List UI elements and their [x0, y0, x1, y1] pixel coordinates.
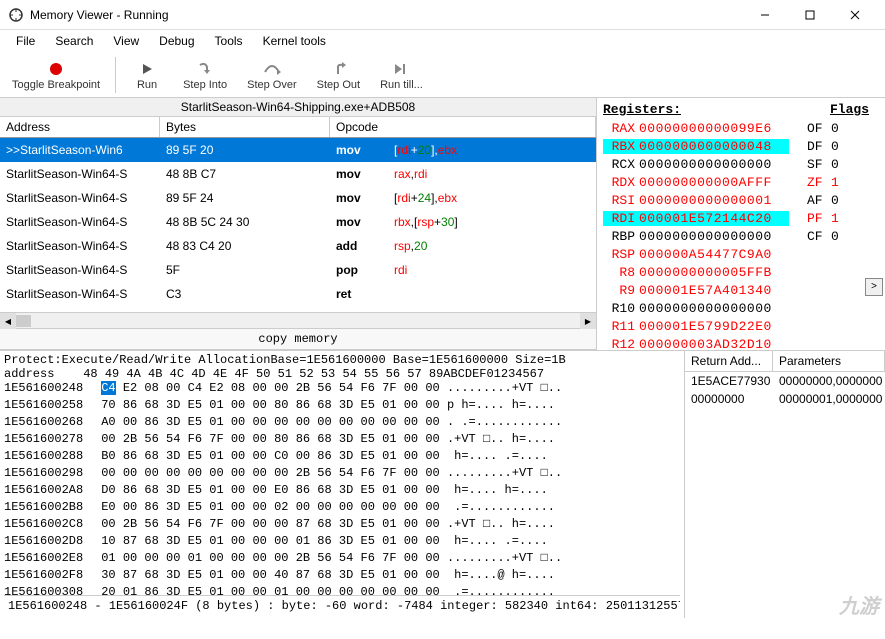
maximize-button[interactable]	[787, 1, 832, 29]
hex-row[interactable]: 1E5616002E8 01 00 00 00 01 00 00 00 00 2…	[4, 551, 680, 568]
registers-pane: Registers: Flags RAX00000000000099E6OF0R…	[597, 98, 885, 350]
hex-row[interactable]: 1E561600298 00 00 00 00 00 00 00 00 00 2…	[4, 466, 680, 483]
disasm-row[interactable]: StarlitSeason-Win64-S48 8B 5C 24 30movrb…	[0, 210, 596, 234]
step-into-button[interactable]: Step Into	[175, 57, 235, 93]
disasm-row[interactable]: StarlitSeason-Win64-S89 5F 24mov[rdi+24]…	[0, 186, 596, 210]
register-row[interactable]: RSI0000000000000001AF0	[603, 191, 879, 209]
menu-debug[interactable]: Debug	[149, 32, 204, 50]
register-row[interactable]: RCX0000000000000000SF0	[603, 155, 879, 173]
titlebar: Memory Viewer - Running	[0, 0, 885, 30]
register-row[interactable]: RAX00000000000099E6OF0	[603, 119, 879, 137]
step-out-button[interactable]: Step Out	[309, 57, 368, 93]
location-bar[interactable]: StarlitSeason-Win64-Shipping.exe+ADB508	[0, 98, 596, 117]
hex-row[interactable]: 1E5616002D8 10 87 68 3D E5 01 00 00 00 0…	[4, 534, 680, 551]
scroll-right-icon[interactable]: ▶	[580, 313, 596, 329]
toggle-breakpoint-button[interactable]: Toggle Breakpoint	[4, 57, 108, 93]
copy-memory-button[interactable]: copy memory	[0, 328, 596, 350]
menubar: File Search View Debug Tools Kernel tool…	[0, 30, 885, 52]
hex-row[interactable]: 1E5616002F8 30 87 68 3D E5 01 00 00 40 8…	[4, 568, 680, 585]
run-till-button[interactable]: Run till...	[372, 57, 431, 93]
menu-kernel-tools[interactable]: Kernel tools	[253, 32, 336, 50]
disasm-row[interactable]: StarlitSeason-Win64-S48 83 C4 20addrsp,2…	[0, 234, 596, 258]
disasm-hscroll[interactable]: ◀ ▶	[0, 312, 596, 328]
more-registers-button[interactable]: >	[865, 278, 883, 296]
disasm-header: Address Bytes Opcode	[0, 117, 596, 138]
play-icon	[140, 59, 154, 79]
step-over-button[interactable]: Step Over	[239, 57, 305, 93]
disasm-row[interactable]: StarlitSeason-Win64-SC3ret	[0, 282, 596, 306]
run-till-icon	[393, 59, 409, 79]
flags-title: Flags	[830, 102, 869, 117]
close-button[interactable]	[832, 1, 877, 29]
stack-body[interactable]: 1E5ACE7793000000000,00000000000000000000…	[685, 372, 885, 408]
stack-row[interactable]: 1E5ACE7793000000000,0000000	[685, 372, 885, 390]
app-icon	[8, 7, 24, 23]
toolbar: Toggle Breakpoint Run Step Into Step Ove…	[0, 52, 885, 98]
hex-info: Protect:Execute/Read/Write AllocationBas…	[4, 353, 680, 367]
disasm-row[interactable]: StarlitSeason-Win64-S5Fpoprdi	[0, 258, 596, 282]
hex-row[interactable]: 1E5616002A8 D0 86 68 3D E5 01 00 00 E0 8…	[4, 483, 680, 500]
toolbar-separator	[115, 57, 116, 93]
hex-row[interactable]: 1E5616002C8 00 2B 56 54 F6 7F 00 00 00 8…	[4, 517, 680, 534]
registers-list[interactable]: RAX00000000000099E6OF0RBX000000000000004…	[603, 119, 879, 353]
header-return-addr[interactable]: Return Add...	[685, 351, 773, 371]
run-button[interactable]: Run	[123, 57, 171, 93]
register-row[interactable]: RSP000000A54477C9A0	[603, 245, 879, 263]
header-bytes[interactable]: Bytes	[160, 117, 330, 137]
register-row[interactable]: RBP0000000000000000CF0	[603, 227, 879, 245]
menu-view[interactable]: View	[103, 32, 149, 50]
hex-row[interactable]: 1E561600278 00 2B 56 54 F6 7F 00 00 80 8…	[4, 432, 680, 449]
header-address[interactable]: Address	[0, 117, 160, 137]
register-row[interactable]: RBX0000000000000048DF0	[603, 137, 879, 155]
menu-file[interactable]: File	[6, 32, 45, 50]
menu-search[interactable]: Search	[45, 32, 103, 50]
registers-title: Registers:	[603, 102, 681, 117]
status-line: 1E561600248 - 1E56160024F (8 bytes) : by…	[4, 595, 680, 616]
header-opcode[interactable]: Opcode	[330, 117, 596, 137]
step-into-icon	[197, 59, 213, 79]
disassembly-pane: StarlitSeason-Win64-Shipping.exe+ADB508 …	[0, 98, 597, 350]
hex-header: address 48 49 4A 4B 4C 4D 4E 4F 50 51 52…	[4, 367, 680, 381]
hex-row[interactable]: 1E561600248 C4 E2 08 00 C4 E2 08 00 00 2…	[4, 381, 680, 398]
stack-row[interactable]: 0000000000000001,0000000	[685, 390, 885, 408]
register-row[interactable]: R100000000000000000	[603, 299, 879, 317]
disasm-row[interactable]: >>StarlitSeason-Win689 5F 20mov[rdi+20],…	[0, 138, 596, 162]
hex-row[interactable]: 1E561600258 70 86 68 3D E5 01 00 00 80 8…	[4, 398, 680, 415]
scroll-left-icon[interactable]: ◀	[0, 313, 16, 329]
header-parameters[interactable]: Parameters	[773, 351, 885, 371]
register-row[interactable]: RDX000000000000AFFFZF1	[603, 173, 879, 191]
minimize-button[interactable]	[742, 1, 787, 29]
register-row[interactable]: RDI000001E572144C20PF1	[603, 209, 879, 227]
window-title: Memory Viewer - Running	[30, 8, 742, 22]
register-row[interactable]: R12000000003AD32D10	[603, 335, 879, 353]
hex-row[interactable]: 1E5616002B8 E0 00 86 3D E5 01 00 00 02 0…	[4, 500, 680, 517]
register-row[interactable]: R11000001E5799D22E0	[603, 317, 879, 335]
hex-row[interactable]: 1E561600288 B0 86 68 3D E5 01 00 00 C0 0…	[4, 449, 680, 466]
scroll-thumb[interactable]	[16, 315, 31, 327]
stack-pane: Return Add... Parameters 1E5ACE779300000…	[685, 351, 885, 618]
hex-pane[interactable]: Protect:Execute/Read/Write AllocationBas…	[0, 351, 685, 618]
hex-body[interactable]: 1E561600248 C4 E2 08 00 C4 E2 08 00 00 2…	[4, 381, 680, 595]
step-over-icon	[263, 59, 281, 79]
step-out-icon	[330, 59, 346, 79]
register-row[interactable]: R9000001E57A401340	[603, 281, 879, 299]
hex-row[interactable]: 1E561600308 20 01 86 3D E5 01 00 00 01 0…	[4, 585, 680, 595]
register-row[interactable]: R80000000000005FFB	[603, 263, 879, 281]
menu-tools[interactable]: Tools	[205, 32, 253, 50]
disasm-row[interactable]: StarlitSeason-Win64-S48 8B C7movrax,rdi	[0, 162, 596, 186]
stack-header: Return Add... Parameters	[685, 351, 885, 372]
breakpoint-icon	[49, 59, 63, 79]
hex-row[interactable]: 1E561600268 A0 00 86 3D E5 01 00 00 00 0…	[4, 415, 680, 432]
disasm-body[interactable]: >>StarlitSeason-Win689 5F 20mov[rdi+20],…	[0, 138, 596, 312]
